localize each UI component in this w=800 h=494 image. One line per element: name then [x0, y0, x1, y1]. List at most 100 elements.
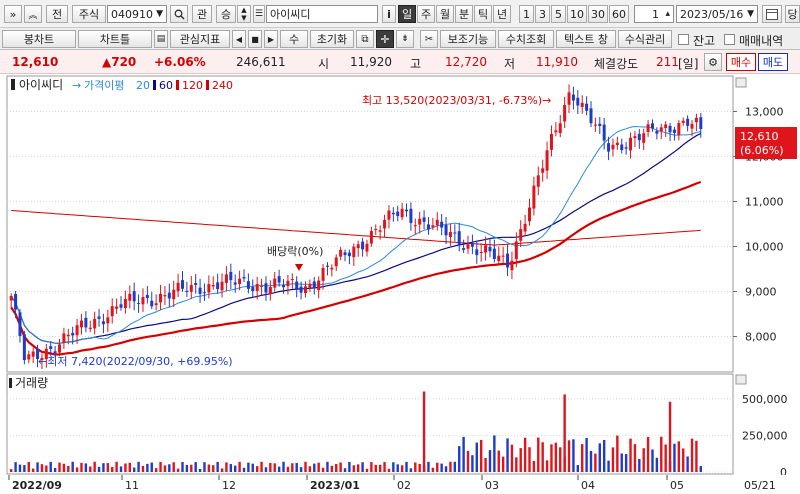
trade-history-checkbox[interactable] [724, 34, 735, 45]
candle-body [242, 277, 246, 279]
stock-chart[interactable]: 아이씨디 → 가격이평 20 60 120 240 최고 13,520(2023… [0, 74, 800, 494]
next-button[interactable]: ▶ [264, 30, 278, 48]
stop-button[interactable]: ■ [248, 30, 262, 48]
period-tab-0[interactable]: 일 [398, 5, 416, 23]
candle-body [413, 225, 417, 227]
volume-bar [137, 461, 140, 472]
settings-button[interactable]: ⚙ [704, 53, 722, 71]
candle-chart-button[interactable]: 봉차트 [2, 30, 76, 48]
volume-bar [523, 437, 527, 472]
period-tab-1[interactable]: 주 [417, 5, 435, 23]
info-button[interactable]: i [382, 5, 396, 23]
volume-bar [431, 467, 435, 472]
volume-bar [93, 461, 96, 472]
candle-body [532, 185, 536, 209]
period-tab-3[interactable]: 분 [455, 5, 473, 23]
candle-body [71, 332, 75, 336]
collapse-button[interactable]: ︽ [24, 5, 42, 23]
indicator-button[interactable]: 관심지표 [170, 30, 230, 48]
sell-button[interactable]: 매도 [758, 53, 788, 71]
stock-name-field[interactable]: 아이씨디 [266, 5, 378, 23]
candle-body [79, 320, 83, 328]
interval-count-input[interactable]: 1 ▴ [634, 5, 674, 23]
volume-panel[interactable] [6, 373, 734, 475]
stock-menu-button[interactable]: ☰ [253, 5, 265, 23]
stock-code-input[interactable]: 040910 ▼ [107, 5, 167, 23]
full-button[interactable]: 전 [46, 5, 68, 23]
volume-bar [616, 435, 619, 472]
formula-button[interactable]: 수식관리 [618, 30, 672, 48]
volume-bar [567, 440, 571, 472]
volume-bar [453, 461, 457, 472]
candle-body [273, 278, 277, 288]
volume-bar [102, 463, 105, 472]
high-value: 12,720 [445, 55, 487, 69]
market-select[interactable]: 주식 [72, 5, 106, 23]
rank-button[interactable]: 승 [216, 5, 236, 23]
volume-log-toggle-icon[interactable] [735, 374, 747, 385]
copy-button[interactable]: ▤ [154, 30, 168, 48]
candle-body [172, 289, 176, 300]
interval-button-30[interactable]: 30 [588, 5, 608, 23]
crosshair-button[interactable]: ✛ [376, 30, 394, 48]
candle-body [536, 175, 540, 187]
candle-body [431, 225, 435, 228]
today-button[interactable]: 당 [785, 5, 800, 23]
interval-button-60[interactable]: 60 [609, 5, 629, 23]
candle-body [299, 286, 303, 293]
balance-checkbox[interactable] [678, 34, 689, 45]
stepper-button[interactable]: ▲ ▼ [237, 5, 251, 23]
arrow-left-icon: ◀ [235, 34, 243, 44]
candle-body [110, 306, 114, 317]
candle-body [9, 296, 13, 301]
buy-button[interactable]: 매수 [726, 53, 756, 71]
candle-body [699, 117, 703, 130]
low-value: 11,910 [536, 55, 578, 69]
expand-button[interactable]: » [4, 5, 22, 23]
prev-button[interactable]: ◀ [232, 30, 246, 48]
volume-bar [449, 461, 452, 472]
chart-frame-button[interactable]: 차트틀 [78, 30, 152, 48]
candle-body [159, 293, 163, 303]
interval-button-1[interactable]: 1 [519, 5, 534, 23]
candle-body [123, 298, 127, 308]
candle-body [519, 229, 523, 241]
legend-ma60-marker [153, 80, 156, 90]
volume-bar [677, 441, 681, 472]
candle-body [321, 267, 325, 281]
manual-button[interactable]: 수 [280, 30, 308, 48]
reset-button[interactable]: 초기화 [310, 30, 354, 48]
candle-body [501, 255, 505, 257]
balance-label: 잔고 [693, 34, 716, 48]
candle-body [75, 325, 79, 336]
volume-bar [458, 446, 461, 472]
period-tab-4[interactable]: 틱 [474, 5, 492, 23]
period-tab-5[interactable]: 년 [493, 5, 511, 23]
period-tab-2[interactable]: 월 [436, 5, 454, 23]
interval-button-5[interactable]: 5 [551, 5, 566, 23]
candle-body [554, 130, 558, 133]
calendar-button[interactable] [762, 5, 782, 23]
assist-button[interactable]: 보조기능 [440, 30, 496, 48]
expand-view-button[interactable]: ⧉ [356, 30, 374, 48]
log-toggle-icon[interactable] [735, 77, 747, 88]
volume-bar [260, 461, 263, 472]
price-change: ▲720 [102, 55, 137, 69]
search-button[interactable] [170, 5, 188, 23]
volume-bar [655, 457, 659, 472]
candle-body [27, 354, 31, 360]
candle-body [624, 147, 628, 149]
volume-bar [488, 450, 492, 472]
cursor-button[interactable]: ⇟ [396, 30, 414, 48]
volume-bar [106, 463, 110, 472]
scissors-button[interactable]: ✂ [420, 30, 438, 48]
interval-button-3[interactable]: 3 [535, 5, 550, 23]
value-query-button[interactable]: 수치조회 [498, 30, 554, 48]
price-panel[interactable] [6, 75, 734, 373]
interval-button-10[interactable]: 10 [567, 5, 587, 23]
volume-bar [335, 463, 338, 472]
text-window-button[interactable]: 텍스트 창 [556, 30, 616, 48]
date-input[interactable]: 2023/05/16 ▼ [676, 5, 758, 23]
interest-button[interactable]: 관 [192, 5, 212, 23]
candle-body [492, 248, 496, 260]
